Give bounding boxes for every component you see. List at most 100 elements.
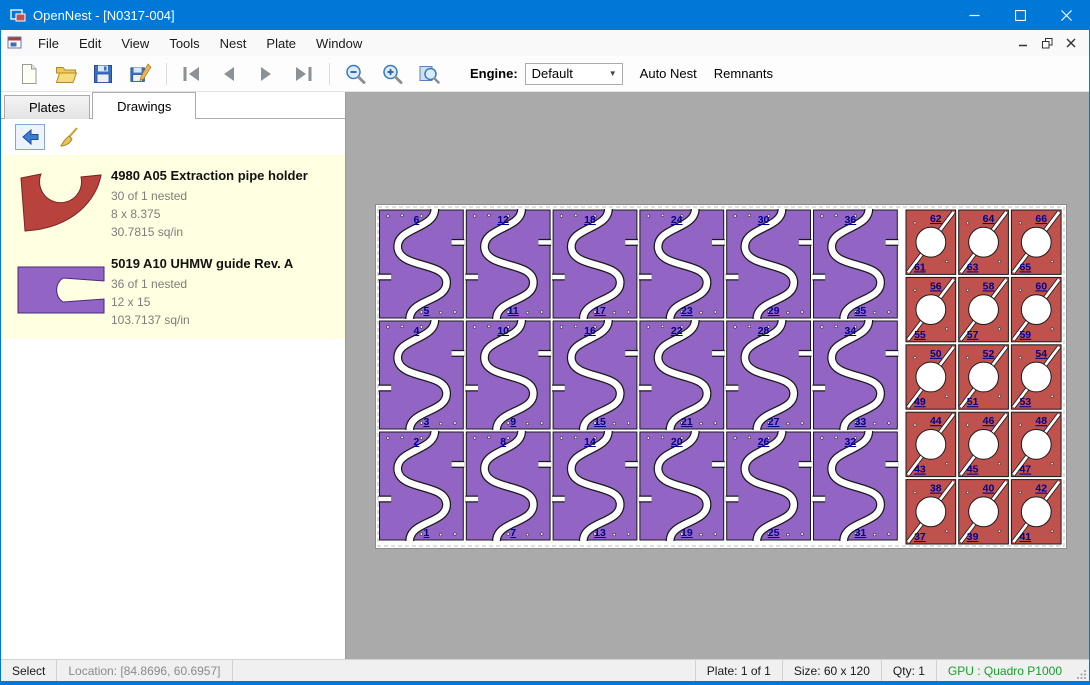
svg-text:5: 5 [424, 305, 430, 317]
last-plate-button[interactable] [287, 60, 319, 88]
first-plate-button[interactable] [176, 60, 208, 88]
svg-text:7: 7 [510, 527, 516, 539]
svg-text:35: 35 [855, 305, 867, 317]
zoom-fit-button[interactable] [413, 60, 445, 88]
tab-drawings[interactable]: Drawings [92, 92, 196, 119]
nest-part-pair[interactable]: 2625 [726, 431, 812, 541]
svg-text:46: 46 [983, 415, 995, 427]
nest-part-pair[interactable]: 3231 [813, 431, 899, 541]
drawing-area: 103.7137 sq/in [111, 311, 337, 329]
nest-part-pair[interactable]: 21 [379, 431, 465, 541]
menu-window[interactable]: Window [306, 30, 372, 56]
svg-text:22: 22 [671, 325, 683, 337]
nest-part-pair[interactable]: 3029 [726, 209, 812, 319]
menu-tools[interactable]: Tools [159, 30, 209, 56]
nest-part-pair[interactable]: 109 [465, 320, 551, 430]
child-minimize-button[interactable] [1013, 34, 1033, 52]
document-icon[interactable] [7, 35, 23, 51]
nest-part-pair[interactable]: 2423 [639, 209, 725, 319]
menu-view[interactable]: View [111, 30, 159, 56]
nest-part-pair[interactable]: 6665 [1011, 210, 1061, 274]
child-restore-button[interactable] [1037, 34, 1057, 52]
nest-part-pair[interactable]: 6261 [906, 210, 956, 274]
nest-part-pair[interactable]: 5453 [1011, 345, 1061, 409]
nest-part-pair[interactable]: 5857 [959, 277, 1009, 341]
nest-canvas[interactable]: 6512111817242330293635431091615222128273… [346, 92, 1089, 659]
svg-text:37: 37 [914, 531, 926, 543]
status-gpu: GPU : Quadro P1000 [936, 660, 1073, 681]
zoom-in-button[interactable] [376, 60, 408, 88]
nest-part-pair[interactable]: 3635 [813, 209, 899, 319]
zoom-out-button[interactable] [339, 60, 371, 88]
child-close-button[interactable] [1061, 34, 1081, 52]
menu-plate[interactable]: Plate [256, 30, 306, 56]
svg-text:65: 65 [1019, 261, 1031, 273]
status-bar: Select Location: [84.8696, 60.6957] Plat… [1, 659, 1089, 681]
last-arrow-icon [291, 62, 315, 86]
svg-text:44: 44 [930, 415, 942, 427]
clear-button[interactable] [54, 124, 84, 150]
nest-part-pair[interactable]: 1817 [552, 209, 638, 319]
send-to-nest-button[interactable] [15, 124, 45, 150]
nest-part-pair[interactable]: 1211 [465, 209, 551, 319]
engine-select[interactable]: Default ▼ [525, 63, 623, 85]
nest-part-pair[interactable]: 4645 [959, 412, 1009, 476]
nest-part-pair[interactable]: 87 [465, 431, 551, 541]
svg-text:28: 28 [758, 325, 770, 337]
menu-bar: File Edit View Tools Nest Plate Window [1, 30, 1089, 56]
nest-part-pair[interactable]: 5251 [959, 345, 1009, 409]
toolbar-separator [329, 63, 330, 85]
auto-nest-button[interactable]: Auto Nest [640, 66, 697, 81]
nest-part-pair[interactable]: 3837 [906, 480, 956, 544]
status-plate: Plate: 1 of 1 [695, 660, 782, 681]
menu-edit[interactable]: Edit [69, 30, 111, 56]
minimize-button[interactable] [951, 0, 997, 30]
svg-text:42: 42 [1035, 483, 1047, 495]
nest-part-pair[interactable]: 2827 [726, 320, 812, 430]
nest-part-pair[interactable]: 4039 [959, 480, 1009, 544]
remnants-button[interactable]: Remnants [714, 66, 773, 81]
nest-part-pair[interactable]: 5655 [906, 277, 956, 341]
child-close-icon [1066, 38, 1076, 48]
menu-nest[interactable]: Nest [210, 30, 257, 56]
nest-part-pair[interactable]: 4443 [906, 412, 956, 476]
next-plate-button[interactable] [250, 60, 282, 88]
save-as-button[interactable] [124, 60, 156, 88]
nest-part-pair[interactable]: 43 [379, 320, 465, 430]
new-file-icon [17, 62, 41, 86]
main-toolbar: Engine: Default ▼ Auto Nest Remnants [1, 56, 1089, 92]
resize-grip[interactable] [1073, 660, 1089, 681]
broom-icon [58, 126, 80, 148]
nest-part-pair[interactable]: 4847 [1011, 412, 1061, 476]
close-button[interactable] [1043, 0, 1089, 30]
open-button[interactable] [50, 60, 82, 88]
nest-plate[interactable]: 6512111817242330293635431091615222128273… [376, 205, 1066, 548]
nest-part-pair[interactable]: 5049 [906, 345, 956, 409]
list-item[interactable]: 4980 A05 Extraction pipe holder 30 of 1 … [1, 157, 345, 245]
nest-part-pair[interactable]: 4241 [1011, 480, 1061, 544]
nest-part-pair[interactable]: 3433 [813, 320, 899, 430]
list-item[interactable]: 5019 A10 UHMW guide Rev. A 36 of 1 neste… [1, 245, 345, 333]
nest-part-pair[interactable]: 2019 [639, 431, 725, 541]
previous-plate-button[interactable] [213, 60, 245, 88]
new-button[interactable] [13, 60, 45, 88]
first-arrow-icon [180, 62, 204, 86]
maximize-button[interactable] [997, 0, 1043, 30]
app-icon [10, 7, 26, 23]
menu-file[interactable]: File [28, 30, 69, 56]
svg-text:9: 9 [510, 416, 516, 428]
nest-part-pair[interactable]: 6059 [1011, 277, 1061, 341]
nest-part-pair[interactable]: 2221 [639, 320, 725, 430]
nest-part-pair[interactable]: 6463 [959, 210, 1009, 274]
drawing-size: 12 x 15 [111, 293, 337, 311]
nest-part-pair[interactable]: 1413 [552, 431, 638, 541]
zoom-fit-icon [417, 62, 441, 86]
child-minimize-icon [1018, 38, 1028, 48]
nest-part-pair[interactable]: 65 [379, 209, 465, 319]
svg-text:51: 51 [967, 396, 979, 408]
window-bottom-border [1, 681, 1089, 685]
save-button[interactable] [87, 60, 119, 88]
tab-plates[interactable]: Plates [4, 95, 90, 119]
svg-text:50: 50 [930, 348, 942, 360]
nest-part-pair[interactable]: 1615 [552, 320, 638, 430]
